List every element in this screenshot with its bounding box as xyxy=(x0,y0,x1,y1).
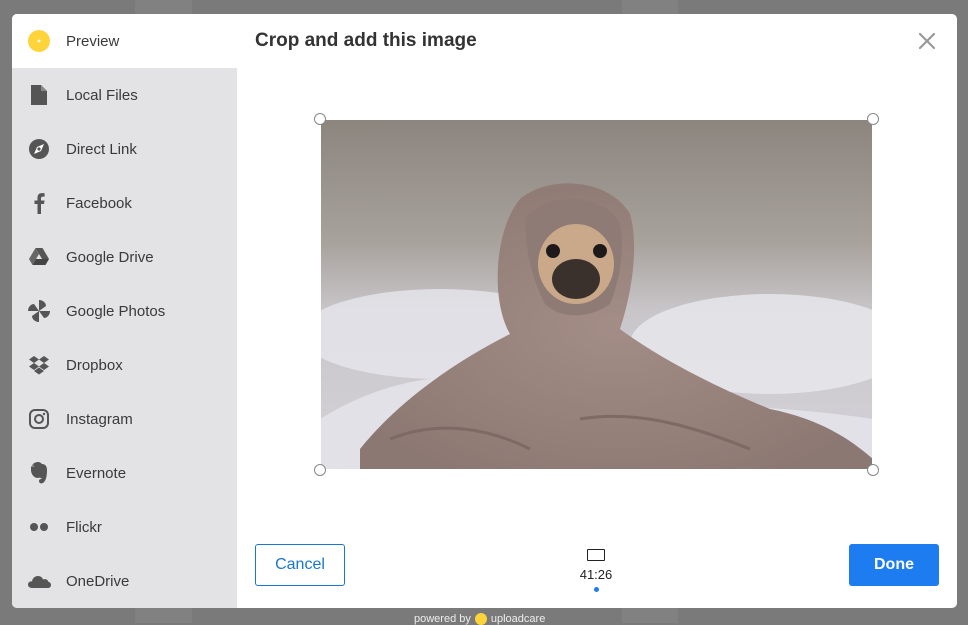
compass-icon xyxy=(27,137,51,161)
aspect-ratio-icon xyxy=(587,549,605,561)
crop-border xyxy=(320,119,873,470)
sidebar-item-evernote[interactable]: Evernote xyxy=(12,446,237,500)
sidebar-item-label: Google Photos xyxy=(66,302,166,320)
flickr-icon xyxy=(27,515,51,539)
crop-handle-top-left[interactable] xyxy=(314,113,326,125)
pinwheel-icon xyxy=(27,299,51,323)
sidebar-item-facebook[interactable]: Facebook xyxy=(12,176,237,230)
google-drive-icon xyxy=(27,245,51,269)
close-icon[interactable] xyxy=(916,30,938,52)
selected-indicator-dot xyxy=(594,587,599,592)
instagram-icon xyxy=(27,407,51,431)
evernote-icon xyxy=(27,461,51,485)
sidebar-item-label: Dropbox xyxy=(66,356,123,374)
sidebar-item-label: Evernote xyxy=(66,464,127,482)
crop-ratio-label: 41:26 xyxy=(579,567,613,582)
uploadcare-logo-icon xyxy=(474,613,487,625)
sidebar-item-label: Google Drive xyxy=(66,248,154,266)
crop-area[interactable] xyxy=(314,113,879,476)
done-button[interactable]: Done xyxy=(849,544,939,586)
sidebar-item-label: OneDrive xyxy=(66,572,130,590)
sidebar-item-google-drive[interactable]: Google Drive xyxy=(12,230,237,284)
facebook-icon xyxy=(27,191,51,215)
cloud-icon xyxy=(27,569,51,593)
crop-dialog: Preview Local Files Direct Link Facebook xyxy=(12,14,957,608)
sidebar-item-direct-link[interactable]: Direct Link xyxy=(12,122,237,176)
sidebar-item-label: Facebook xyxy=(66,194,132,212)
crop-handle-bottom-right[interactable] xyxy=(867,464,879,476)
preview-dot-icon xyxy=(27,29,51,53)
sidebar: Preview Local Files Direct Link Facebook xyxy=(12,14,237,608)
sidebar-item-label: Preview xyxy=(66,32,120,50)
sidebar-item-flickr[interactable]: Flickr xyxy=(12,500,237,554)
sidebar-item-label: Direct Link xyxy=(66,140,137,158)
crop-handle-bottom-left[interactable] xyxy=(314,464,326,476)
sidebar-item-instagram[interactable]: Instagram xyxy=(12,392,237,446)
powered-by-brand: uploadcare xyxy=(490,613,546,625)
sidebar-item-google-photos[interactable]: Google Photos xyxy=(12,284,237,338)
dialog-title: Crop and add this image xyxy=(255,30,477,51)
sidebar-item-label: Instagram xyxy=(66,410,133,428)
sidebar-item-dropbox[interactable]: Dropbox xyxy=(12,338,237,392)
cancel-button[interactable]: Cancel xyxy=(255,544,345,586)
sidebar-item-onedrive[interactable]: OneDrive xyxy=(12,554,237,608)
powered-by-prefix: powered by xyxy=(414,613,471,625)
sidebar-item-label: Flickr xyxy=(66,518,102,536)
crop-ratio-option[interactable]: 41:26 xyxy=(572,547,620,595)
crop-handle-top-right[interactable] xyxy=(867,113,879,125)
sidebar-item-preview[interactable]: Preview xyxy=(12,14,237,68)
dropbox-icon xyxy=(27,353,51,377)
sidebar-item-label: Local Files xyxy=(66,86,138,104)
file-icon xyxy=(27,83,51,107)
sidebar-item-local-files[interactable]: Local Files xyxy=(12,68,237,122)
powered-by[interactable]: powered by uploadcare xyxy=(414,613,545,625)
